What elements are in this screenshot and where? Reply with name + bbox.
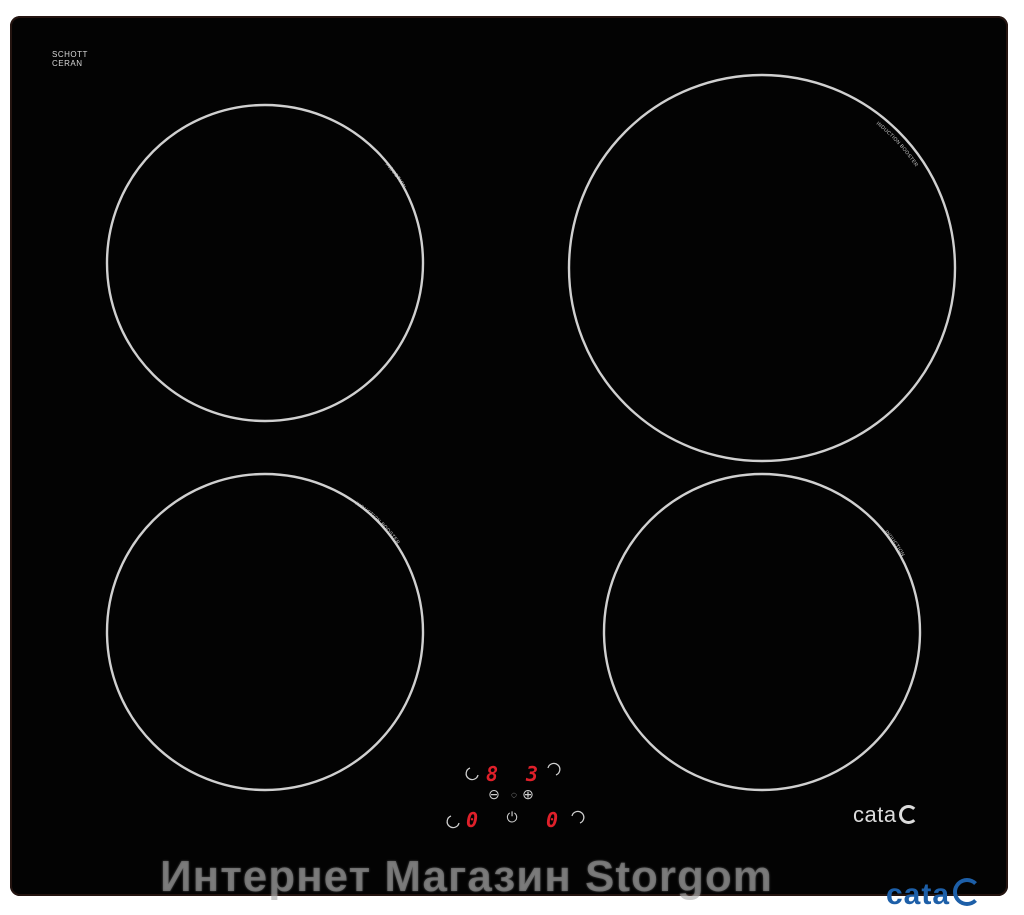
timer-display-left: 0	[466, 808, 479, 832]
svg-text:INDUCTION BOOSTER: INDUCTION BOOSTER	[354, 501, 401, 546]
svg-text:INDUCTION BOOSTER: INDUCTION BOOSTER	[875, 121, 919, 169]
cooking-zone-rear-right	[602, 472, 922, 792]
power-display-right: 3	[526, 762, 539, 786]
power-button[interactable]: ⏻	[504, 810, 520, 826]
cata-brand-logo: cata	[853, 802, 918, 828]
corner-logo-text: cata	[886, 878, 951, 911]
store-watermark: Интернет Магазин Storgom	[160, 852, 773, 901]
zone-label: INDUCTION BOOSTER	[354, 501, 401, 546]
brand-text: cata	[853, 802, 897, 827]
zone-label: INDUCTION BOOSTER	[875, 121, 919, 169]
svg-text:INDUCTION: INDUCTION	[384, 162, 407, 190]
cooking-zone-front-left	[105, 103, 425, 423]
zone-select-right-icon	[571, 810, 585, 824]
timer-right-icon	[547, 762, 561, 776]
schott-ceran-seal: SCHOTT CERAN	[52, 50, 88, 68]
timer-display-right: 0	[546, 808, 559, 832]
timer-left-icon	[465, 767, 479, 781]
cata-corner-logo: cata	[886, 878, 982, 912]
plus-button[interactable]: ⊕	[520, 787, 536, 803]
cooking-zones: INDUCTION INDUCTION BOOSTER INDUCTION BO…	[105, 73, 957, 829]
zone-label: INDUCTION	[883, 529, 905, 558]
svg-text:INDUCTION: INDUCTION	[883, 529, 906, 558]
power-display-left: 8	[486, 762, 499, 786]
seal-line-2: CERAN	[52, 59, 83, 68]
seal-line-1: SCHOTT	[52, 50, 88, 59]
zone-select-left-icon	[446, 815, 460, 829]
cooking-zone-back-right	[567, 73, 957, 463]
cata-mark-icon	[898, 805, 918, 824]
minus-button[interactable]: ⊖	[486, 787, 502, 803]
zone-label: INDUCTION	[384, 162, 407, 190]
cata-corner-mark-icon	[953, 878, 982, 906]
